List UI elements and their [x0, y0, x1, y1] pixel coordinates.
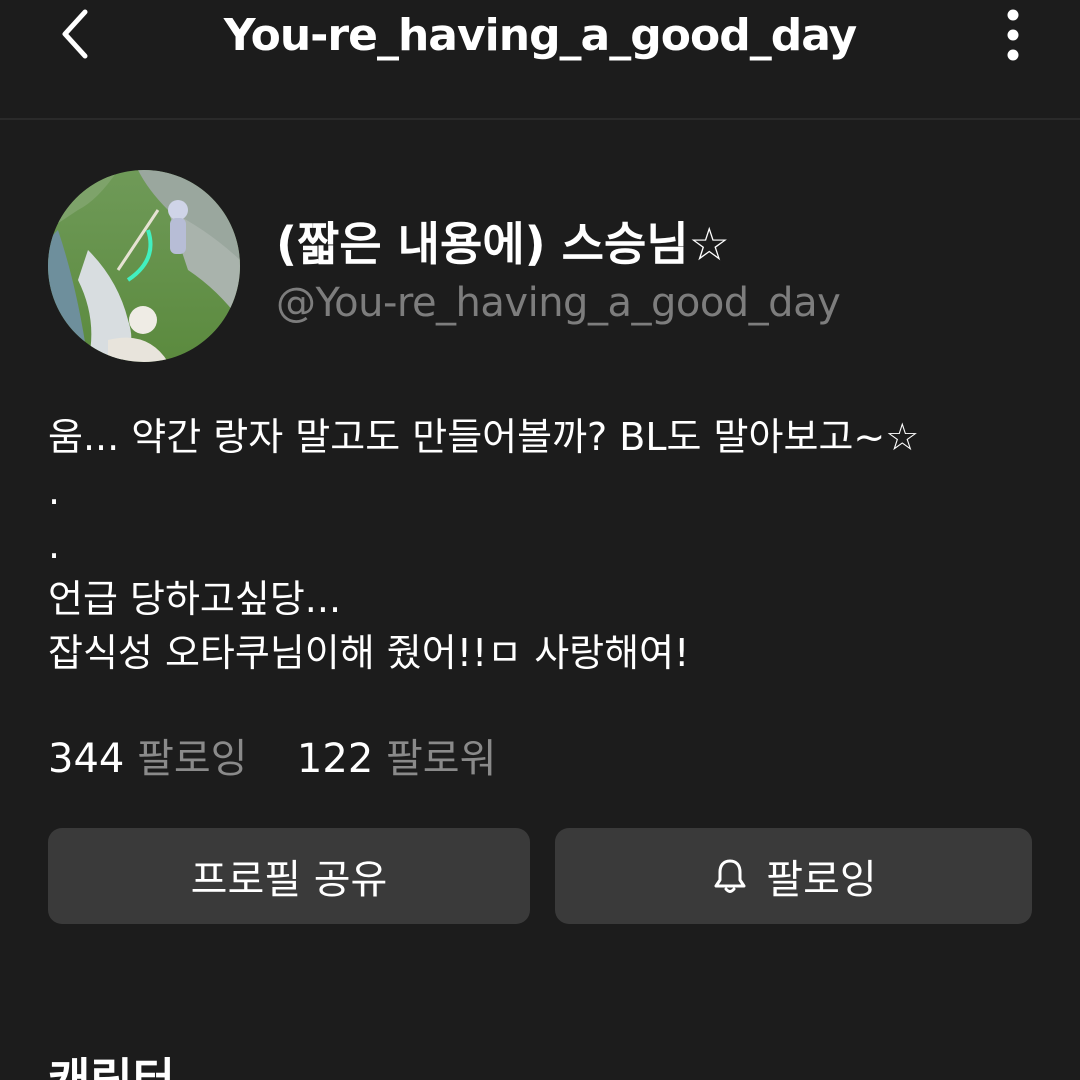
user-handle: @You-re_having_a_good_day	[276, 280, 841, 326]
display-name: (짧은 내용에) 스승님☆	[276, 217, 730, 271]
avatar[interactable]	[48, 170, 240, 362]
share-profile-button[interactable]: 프로필 공유	[48, 828, 530, 924]
bell-icon	[710, 856, 750, 896]
bio-line: .	[48, 523, 61, 567]
followers-count: 122	[296, 736, 374, 782]
follow-stats: 344 팔로잉 122 팔로워	[48, 726, 496, 784]
more-vertical-icon	[1006, 7, 1020, 67]
following-label: 팔로잉	[137, 736, 248, 782]
followers-stat[interactable]: 122 팔로워	[297, 736, 496, 782]
following-button-label: 팔로잉	[766, 857, 877, 903]
following-stat[interactable]: 344 팔로잉	[48, 736, 260, 782]
followers-label: 팔로워	[386, 736, 497, 782]
bio-line: 언급 당하고싶당...	[48, 577, 342, 621]
section-heading: 캐릭터	[48, 1053, 175, 1080]
bio-line: 잡식성 오타쿠님이해 줬어!!ㅁ 사랑해여!	[48, 631, 690, 675]
following-button[interactable]: 팔로잉	[555, 828, 1032, 924]
page-title: You-re_having_a_good_day	[223, 10, 857, 61]
bio: 움... 약간 랑자 말고도 만들어볼까? BL도 말아보고~☆ . . 언급 …	[48, 410, 1038, 680]
profile-page: You-re_having_a_good_day (짧은 내용에) 스승님☆ @…	[0, 0, 1080, 1080]
more-options-button[interactable]	[986, 0, 1040, 74]
bio-line: .	[48, 469, 61, 513]
following-count: 344	[48, 736, 125, 782]
chevron-left-icon	[57, 6, 93, 66]
top-app-bar: You-re_having_a_good_day	[0, 0, 1080, 120]
share-profile-label: 프로필 공유	[190, 857, 388, 903]
bio-line: 움... 약간 랑자 말고도 만들어볼까? BL도 말아보고~☆	[48, 415, 920, 459]
back-button[interactable]	[40, 0, 110, 72]
